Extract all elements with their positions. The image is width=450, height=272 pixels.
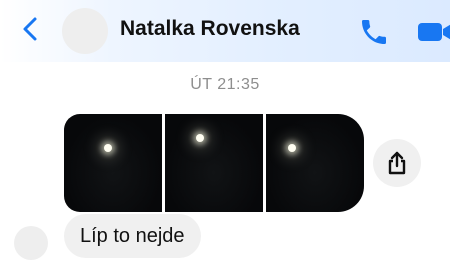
moon-photo-1[interactable] [64,114,162,212]
contact-avatar[interactable] [62,8,108,54]
moon-photo-2[interactable] [165,114,263,212]
share-button[interactable] [373,139,421,187]
chat-header: Natalka Rovenska [0,0,450,62]
moon-glow-icon [196,134,204,142]
phone-icon[interactable] [358,16,390,48]
message-timestamp: ÚT 21:35 [190,76,260,93]
back-chevron-icon[interactable] [16,14,46,44]
moon-photo-3[interactable] [266,114,364,212]
message-text: Líp to nejde [80,224,185,247]
photo-group[interactable] [64,114,364,212]
message-bubble[interactable]: Líp to nejde [64,214,201,258]
share-icon [388,151,406,175]
moon-glow-icon [104,144,112,152]
moon-glow-icon [288,144,296,152]
video-camera-icon[interactable] [416,18,450,46]
contact-name[interactable]: Natalka Rovenska [120,17,300,41]
sender-avatar[interactable] [14,226,48,260]
